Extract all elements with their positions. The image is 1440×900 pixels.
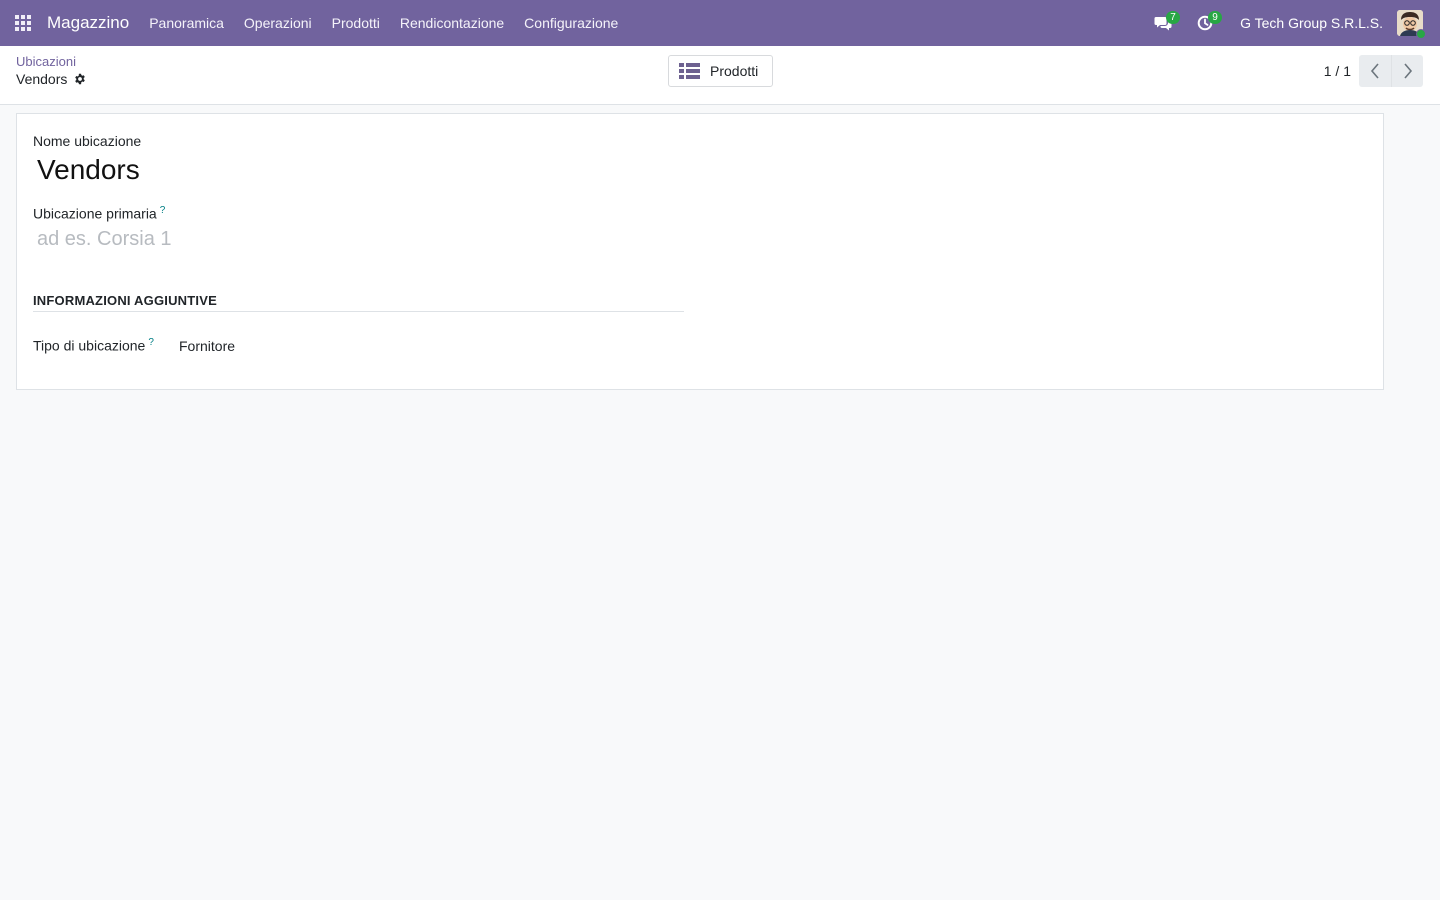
apps-menu-button[interactable] (0, 0, 46, 46)
chevron-left-icon (1370, 63, 1379, 79)
systray: 7 9 G Tech Group S.R.L.S. (1142, 0, 1440, 46)
pager-previous-button[interactable] (1359, 55, 1391, 87)
location-type-label-text: Tipo di ubicazione (33, 337, 146, 354)
menu-item-configurazione[interactable]: Configurazione (514, 0, 628, 46)
products-smart-button[interactable]: Prodotti (668, 55, 773, 87)
gear-icon[interactable] (74, 73, 86, 85)
app-name[interactable]: Magazzino (47, 13, 129, 33)
parent-location-label-text: Ubicazione primaria (33, 205, 157, 222)
control-panel: Ubicazioni Vendors Prodotti 1 / 1 (0, 46, 1440, 105)
menu-item-operazioni[interactable]: Operazioni (234, 0, 322, 46)
location-type-field[interactable]: Fornitore (179, 338, 235, 354)
list-icon (679, 63, 700, 79)
apps-grid-icon (15, 15, 31, 31)
activities-count-badge: 9 (1208, 11, 1223, 24)
menu-item-prodotti[interactable]: Prodotti (322, 0, 390, 46)
chevron-right-icon (1403, 63, 1412, 79)
form-sheet: Nome ubicazione Ubicazione primaria? INF… (16, 113, 1384, 390)
products-smart-button-label: Prodotti (710, 63, 759, 79)
top-navbar: Magazzino Panoramica Operazioni Prodotti… (0, 0, 1440, 46)
company-switcher[interactable]: G Tech Group S.R.L.S. (1240, 15, 1383, 31)
location-name-label: Nome ubicazione (33, 133, 142, 149)
location-name-input[interactable] (33, 150, 673, 190)
parent-location-label: Ubicazione primaria? (33, 205, 165, 222)
messages-count-badge: 7 (1166, 11, 1181, 24)
user-avatar[interactable] (1397, 10, 1426, 39)
online-status-indicator (1416, 29, 1426, 39)
activities-button[interactable]: 9 (1184, 0, 1226, 46)
parent-location-help-icon[interactable]: ? (160, 205, 166, 216)
pager-next-button[interactable] (1391, 55, 1423, 87)
additional-info-section-title: INFORMAZIONI AGGIUNTIVE (33, 293, 684, 312)
breadcrumb-parent-link[interactable]: Ubicazioni (16, 54, 76, 69)
location-type-label: Tipo di ubicazione? (33, 337, 154, 354)
menu-item-rendicontazione[interactable]: Rendicontazione (390, 0, 514, 46)
menu-item-panoramica[interactable]: Panoramica (139, 0, 234, 46)
messages-button[interactable]: 7 (1142, 0, 1184, 46)
breadcrumb-current-label: Vendors (16, 71, 68, 87)
pager-value[interactable]: 1 / 1 (1324, 63, 1351, 79)
breadcrumb-current: Vendors (16, 71, 86, 87)
location-type-help-icon[interactable]: ? (148, 337, 154, 348)
parent-location-input[interactable] (33, 224, 673, 254)
